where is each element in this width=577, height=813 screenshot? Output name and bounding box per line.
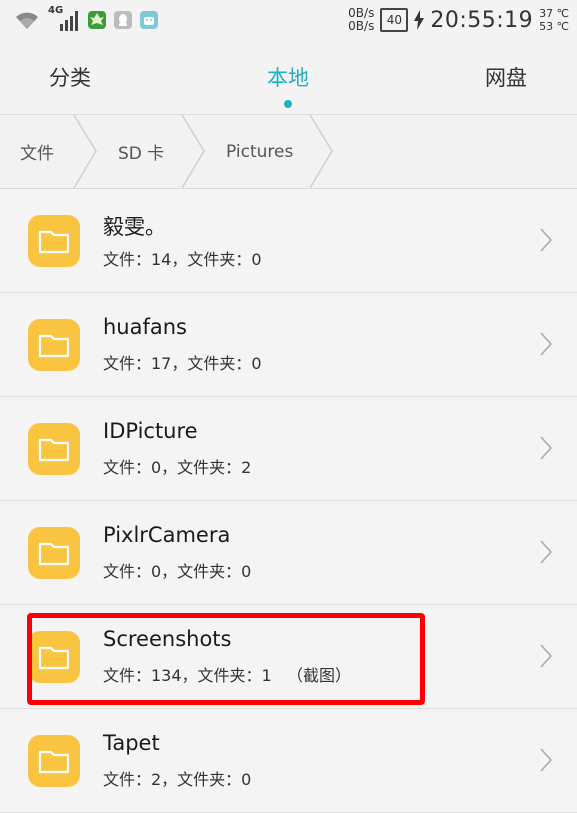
network-speed: 0B/s 0B/s [348, 7, 374, 33]
folder-info: 文件：14，文件夹：0 [103, 250, 262, 269]
breadcrumb-item-sd-card[interactable]: SD 卡 [118, 115, 164, 188]
folder-name: 毅雯。 [103, 215, 166, 239]
folder-row[interactable]: Tapet 文件：2，文件夹：0 [0, 709, 577, 813]
folder-row[interactable]: huafans 文件：17，文件夹：0 [0, 293, 577, 397]
chevron-right-icon [540, 332, 553, 356]
folder-name: PixlrCamera [103, 523, 231, 547]
qq-app-icon [114, 11, 132, 29]
temp-2: 53 ℃ [539, 20, 569, 33]
folder-name: Screenshots [103, 627, 232, 651]
folder-name: Tapet [103, 731, 160, 755]
folder-icon [28, 215, 80, 267]
chevron-right-icon [540, 748, 553, 772]
breadcrumb-separator-icon [73, 115, 97, 188]
folder-row[interactable]: IDPicture 文件：0，文件夹：2 [0, 397, 577, 501]
chevron-right-icon [540, 644, 553, 668]
folder-info: 文件：0，文件夹：2 [103, 458, 252, 477]
folder-row[interactable]: Screenshots 文件：134，文件夹：1 （截图） [0, 605, 577, 709]
tab-cloud[interactable]: 网盘 [456, 40, 556, 114]
speed-down: 0B/s [348, 19, 375, 33]
folder-info: 文件：17，文件夹：0 [103, 354, 262, 373]
folder-info: 文件：2，文件夹：0 [103, 770, 252, 789]
status-bar: 4G 0B/s 0B/s 40 20:55:19 37 ℃ 53 ℃ [0, 0, 577, 40]
leaf-app-icon [88, 11, 106, 29]
folder-icon [28, 735, 80, 787]
temperatures: 37 ℃ 53 ℃ [539, 7, 569, 33]
folder-info: 文件：134，文件夹：1 （截图） [103, 666, 351, 685]
folder-name: IDPicture [103, 419, 198, 443]
breadcrumb: 文件 SD 卡 Pictures [0, 115, 577, 189]
wifi-icon [16, 12, 38, 29]
folder-row[interactable]: PixlrCamera 文件：0，文件夹：0 [0, 501, 577, 605]
folder-icon [28, 631, 80, 683]
chevron-right-icon [540, 540, 553, 564]
folder-icon [28, 319, 80, 371]
chevron-right-icon [540, 436, 553, 460]
folder-name: huafans [103, 315, 187, 339]
folder-row[interactable]: 毅雯。 文件：14，文件夹：0 [0, 189, 577, 293]
folder-list: 毅雯。 文件：14，文件夹：0 huafans 文件：17，文件夹：0 IDPi… [0, 189, 577, 813]
status-bar-left: 4G [14, 5, 158, 34]
clock: 20:55:19 [430, 7, 534, 33]
tab-bar: 分类 本地 网盘 [0, 40, 577, 115]
chevron-right-icon [540, 228, 553, 252]
folder-info: 文件：0，文件夹：0 [103, 562, 252, 581]
breadcrumb-separator-icon [309, 115, 333, 188]
breadcrumb-item-files[interactable]: 文件 [20, 115, 54, 188]
breadcrumb-item-pictures[interactable]: Pictures [226, 115, 293, 188]
active-tab-indicator [284, 100, 292, 108]
folder-icon [28, 423, 80, 475]
battery-indicator: 40 [380, 8, 409, 32]
charging-icon [414, 10, 425, 30]
temp-1: 37 ℃ [539, 7, 569, 20]
breadcrumb-separator-icon [181, 115, 205, 188]
status-bar-right: 0B/s 0B/s 40 20:55:19 37 ℃ 53 ℃ [348, 4, 569, 36]
tab-category[interactable]: 分类 [20, 40, 120, 114]
android-app-icon [140, 11, 158, 29]
cell-signal-icon: 4G [48, 5, 80, 33]
folder-icon [28, 527, 80, 579]
